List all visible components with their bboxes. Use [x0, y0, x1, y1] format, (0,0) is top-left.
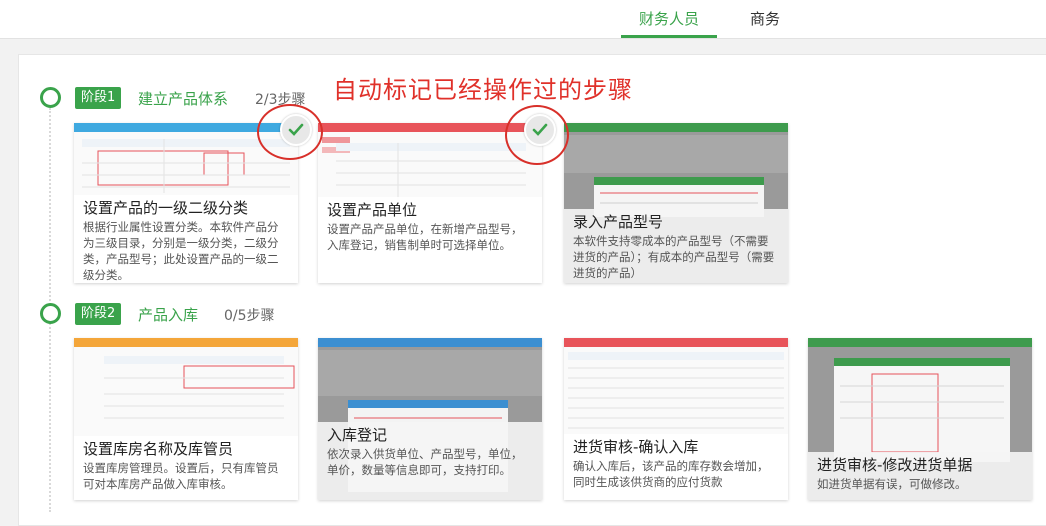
- stage-2-progress: 0/5步骤: [224, 308, 275, 324]
- card-description: 依次录入供货单位、产品型号，单位，单价，数量等信息即可，支持打印。: [327, 447, 523, 477]
- card-description: 设置产品产品单位，在新增产品型号，入库登记，销售制单时可选择单位。: [327, 222, 523, 252]
- stage-2-title[interactable]: 产品入库: [138, 304, 198, 325]
- card-title: 录入产品型号: [573, 213, 664, 231]
- tab-business[interactable]: 商务: [735, 0, 795, 38]
- card-description: 如进货单据有误，可做修改。: [817, 477, 967, 491]
- stage-2-node: [40, 303, 61, 324]
- card-text: 设置产品的一级二级分类 根据行业属性设置分类。本软件产品分为三级目录，分别是一级…: [74, 195, 298, 283]
- card-text: 录入产品型号 本软件支持零成本的产品型号（不需要进货的产品）；有成本的产品型号（…: [564, 209, 788, 283]
- top-tab-bar: 财务人员 商务: [0, 0, 1046, 39]
- step-card-model[interactable]: 录入产品型号 本软件支持零成本的产品型号（不需要进货的产品）；有成本的产品型号（…: [564, 123, 788, 283]
- card-title: 设置产品单位: [327, 201, 418, 219]
- card-description: 根据行业属性设置分类。本软件产品分为三级目录，分别是一级分类，二级分类，产品型号…: [83, 220, 279, 282]
- annotation-text: 自动标记已经操作过的步骤: [333, 76, 633, 104]
- card-text: 设置库房名称及库管员 设置库房管理员。设置后，只有库管员可对本库房产品做入库审核…: [74, 436, 298, 500]
- card-text: 进货审核-确认入库 确认入库后，该产品的库存数会增加，同时生成该供货商的应付货款: [564, 434, 788, 500]
- card-title: 入库登记: [327, 426, 388, 444]
- stage-1-badge: 阶段1: [75, 87, 122, 109]
- card-description: 本软件支持零成本的产品型号（不需要进货的产品）；有成本的产品型号（需要进货的产品…: [573, 234, 775, 280]
- card-title: 设置产品的一级二级分类: [83, 199, 249, 217]
- card-title: 进货审核-确认入库: [573, 438, 699, 456]
- stage-1-node: [40, 87, 61, 108]
- card-description: 设置库房管理员。设置后，只有库管员可对本库房产品做入库审核。: [83, 461, 279, 491]
- step-card-edit-inbound[interactable]: 进货审核-修改进货单据 如进货单据有误，可做修改。: [808, 338, 1032, 500]
- stage-2-badge: 阶段2: [75, 303, 122, 325]
- stage-1-title[interactable]: 建立产品体系: [138, 88, 228, 109]
- step-card-inbound-register[interactable]: 入库登记 依次录入供货单位、产品型号，单位，单价，数量等信息即可，支持打印。: [318, 338, 542, 500]
- card-text: 进货审核-修改进货单据 如进货单据有误，可做修改。: [808, 452, 1032, 500]
- step-card-warehouse[interactable]: 设置库房名称及库管员 设置库房管理员。设置后，只有库管员可对本库房产品做入库审核…: [74, 338, 298, 500]
- annotation-circle: [257, 104, 323, 160]
- card-description: 确认入库后，该产品的库存数会增加，同时生成该供货商的应付货款: [573, 459, 769, 489]
- tab-finance-staff[interactable]: 财务人员: [621, 0, 717, 38]
- annotation-circle: [505, 105, 569, 165]
- card-title: 设置库房名称及库管员: [83, 440, 234, 458]
- card-text: 设置产品单位 设置产品产品单位，在新增产品型号，入库登记，销售制单时可选择单位。: [318, 197, 542, 283]
- card-text: 入库登记 依次录入供货单位、产品型号，单位，单价，数量等信息即可，支持打印。: [318, 422, 542, 500]
- card-title: 进货审核-修改进货单据: [817, 456, 973, 474]
- step-card-confirm-inbound[interactable]: 进货审核-确认入库 确认入库后，该产品的库存数会增加，同时生成该供货商的应付货款: [564, 338, 788, 500]
